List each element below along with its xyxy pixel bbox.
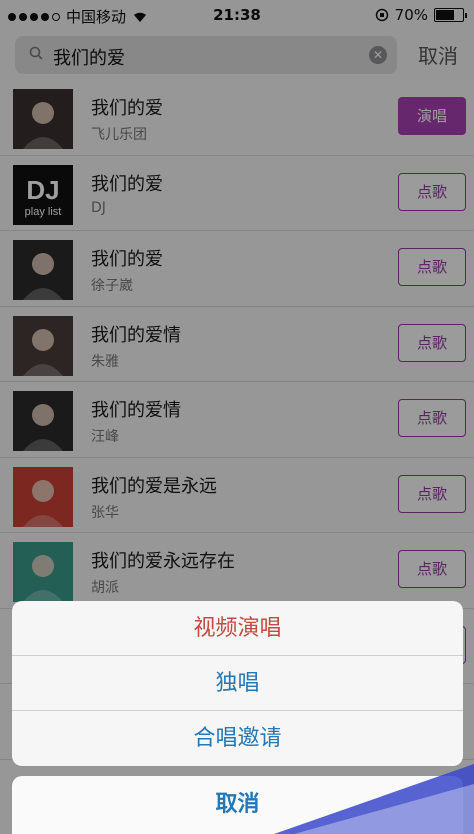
corner-watermark-icon (274, 764, 474, 834)
solo-option[interactable]: 独唱 (12, 656, 463, 711)
video-sing-option[interactable]: 视频演唱 (12, 601, 463, 656)
action-sheet: 视频演唱 独唱 合唱邀请 (12, 601, 463, 766)
